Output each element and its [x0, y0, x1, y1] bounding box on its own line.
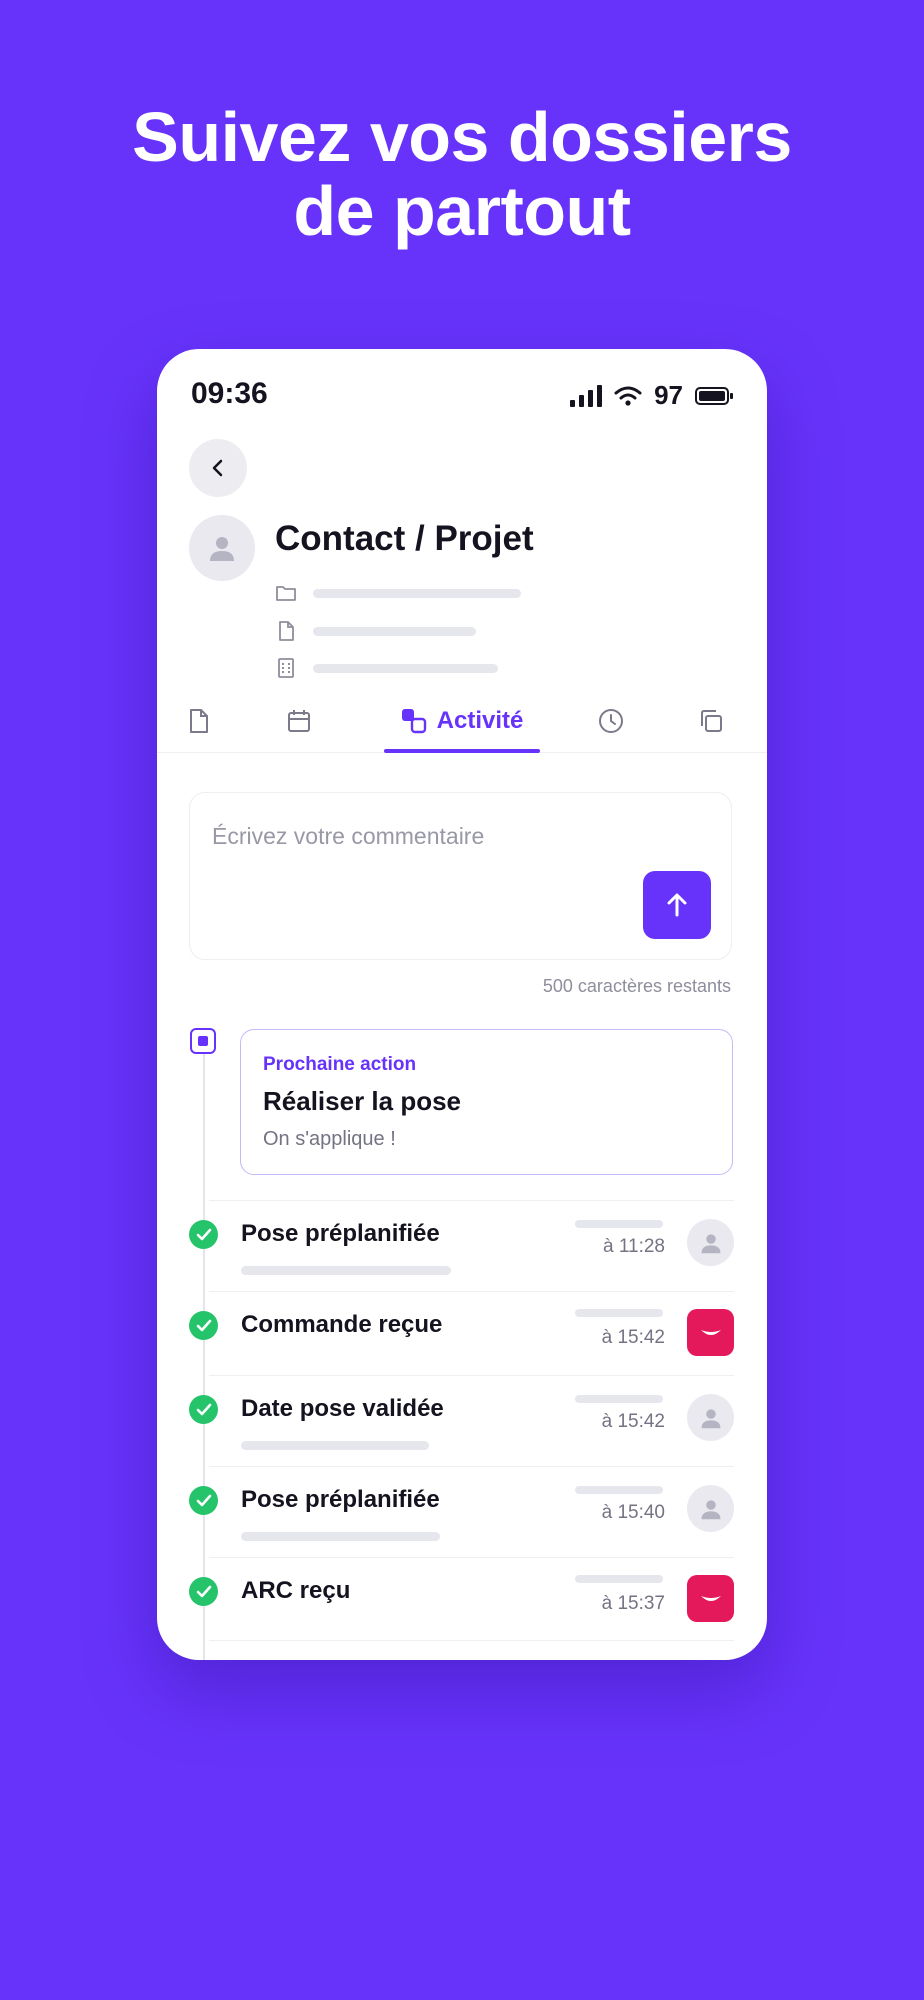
event-item[interactable]: Date pose validée à 15:42 [157, 1375, 767, 1466]
tab-bar: Activité [157, 689, 767, 753]
check-circle-icon [189, 1577, 218, 1606]
user-icon [701, 1233, 720, 1253]
check-circle-icon [189, 1395, 218, 1424]
contact-avatar [189, 515, 255, 581]
event-item[interactable]: Pose préplanifiée à 11:28 [157, 1200, 767, 1291]
user-avatar [687, 1485, 734, 1532]
send-button[interactable] [643, 871, 711, 939]
activity-icon [401, 708, 426, 733]
event-item[interactable]: Pose préplanifiée à 15:40 [157, 1466, 767, 1557]
divider [209, 1375, 734, 1376]
event-title: ARC reçu [241, 1577, 351, 1604]
headline-line-2: de partout [293, 172, 631, 250]
meta-placeholder [313, 588, 521, 598]
chevron-left-icon [212, 459, 223, 477]
document-icon [190, 708, 208, 733]
battery-icon [695, 386, 733, 405]
calendar-icon [288, 709, 310, 732]
divider [209, 1557, 734, 1558]
divider [209, 1640, 734, 1641]
signal-icon [570, 384, 603, 407]
next-action-card[interactable]: Prochaine action Réaliser la pose On s'a… [240, 1029, 733, 1175]
event-time: à 15:42 [601, 1411, 665, 1432]
status-icons: 97 [570, 380, 733, 411]
meta-building-row [275, 657, 498, 679]
event-item[interactable]: ARC reçu à 15:37 [157, 1557, 767, 1641]
comment-input[interactable]: Écrivez votre commentaire [189, 792, 732, 960]
event-placeholder [575, 1575, 663, 1583]
meta-placeholder [313, 626, 476, 636]
user-icon [701, 1408, 720, 1428]
meta-placeholder [313, 663, 498, 673]
headline-line-1: Suivez vos dossiers [132, 98, 792, 176]
tab-calendar[interactable] [271, 689, 327, 752]
user-avatar [687, 1219, 734, 1266]
headline: Suivez vos dossiers de partout [0, 100, 924, 248]
comment-placeholder: Écrivez votre commentaire [212, 823, 485, 849]
next-action-marker [190, 1028, 216, 1054]
meta-document-row [275, 620, 476, 642]
phone-screen: 09:36 97 Contact / Projet Activité Écriv… [157, 349, 767, 1660]
event-placeholder [575, 1395, 663, 1403]
event-placeholder [575, 1486, 663, 1494]
brand-logo [687, 1309, 734, 1356]
copy-icon [701, 709, 722, 732]
next-action-label: Prochaine action [263, 1054, 417, 1075]
event-title: Date pose validée [241, 1395, 444, 1422]
battery-level: 97 [654, 380, 683, 410]
event-title: Pose préplanifiée [241, 1220, 440, 1247]
event-placeholder [575, 1220, 663, 1228]
event-time: à 15:42 [601, 1327, 665, 1348]
building-icon [278, 658, 294, 678]
status-time: 09:36 [191, 377, 268, 410]
tab-activite[interactable]: Activité [384, 689, 540, 753]
check-circle-icon [189, 1311, 218, 1340]
divider [209, 1200, 734, 1201]
arrow-up-icon [667, 893, 687, 917]
check-circle-icon [189, 1220, 218, 1249]
next-action-title: Réaliser la pose [263, 1086, 461, 1116]
event-time: à 15:40 [601, 1502, 665, 1523]
user-icon [701, 1499, 720, 1519]
event-placeholder [241, 1532, 440, 1541]
event-time: à 11:28 [603, 1236, 665, 1257]
event-item[interactable]: Commande reçue à 15:42 [157, 1291, 767, 1375]
smile-logo-icon [700, 1595, 721, 1601]
tab-copies[interactable] [683, 689, 739, 752]
clock-icon [599, 708, 623, 733]
active-tab-indicator [384, 749, 540, 753]
tab-documents[interactable] [171, 689, 227, 752]
tab-history[interactable] [583, 689, 639, 752]
smile-logo-icon [700, 1329, 721, 1335]
event-placeholder [241, 1266, 451, 1275]
event-time: à 15:37 [601, 1593, 665, 1614]
event-title: Commande reçue [241, 1311, 443, 1338]
folder-icon [276, 586, 296, 601]
next-action-subtitle: On s'applique ! [263, 1128, 396, 1150]
event-title: Pose préplanifiée [241, 1486, 440, 1513]
divider [209, 1466, 734, 1467]
user-avatar [687, 1394, 734, 1441]
back-button[interactable] [189, 439, 247, 497]
wifi-icon [614, 386, 642, 406]
meta-folder-row [275, 584, 521, 602]
document-icon [279, 621, 294, 641]
event-placeholder [241, 1441, 429, 1450]
divider [209, 1291, 734, 1292]
brand-logo [687, 1575, 734, 1622]
user-icon [210, 537, 234, 561]
check-circle-icon [189, 1486, 218, 1515]
event-placeholder [575, 1309, 663, 1317]
page-title: Contact / Projet [275, 519, 534, 558]
characters-remaining: 500 caractères restants [542, 976, 731, 996]
tab-activite-label: Activité [436, 706, 524, 734]
